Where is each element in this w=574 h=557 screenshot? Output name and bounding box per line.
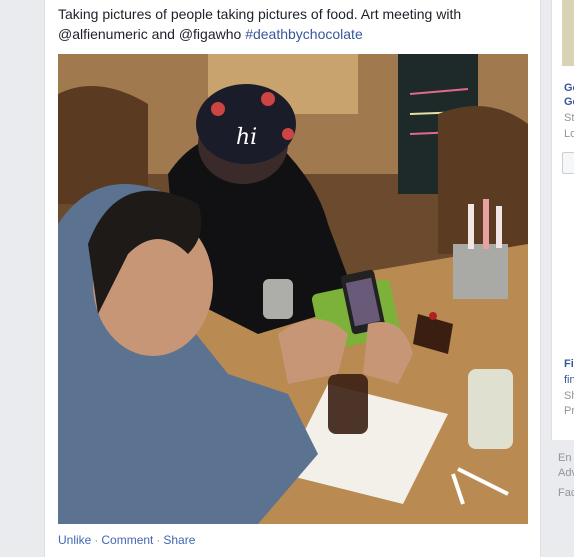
photo-scene: hi — [58, 54, 528, 524]
chocolate-jar — [328, 374, 368, 434]
cap-flower — [211, 102, 225, 116]
suggestion-title[interactable]: Go — [564, 82, 574, 95]
footer-link[interactable]: Fac — [558, 487, 574, 499]
suggestion-subtitle: Pr — [564, 405, 574, 417]
footer-link[interactable]: En — [558, 452, 571, 464]
suggestion-title[interactable]: Fi — [564, 358, 574, 371]
cap-lettering: hi — [236, 125, 257, 150]
cap-flower — [261, 92, 275, 106]
left-gutter — [0, 0, 44, 557]
straw-bucket — [453, 244, 508, 299]
suggestion-thumbnail[interactable] — [562, 0, 574, 66]
suggestion-subtitle[interactable]: fin — [564, 374, 574, 387]
action-separator: · — [156, 533, 161, 547]
share-link[interactable]: Share — [163, 533, 195, 547]
suggestion-action-button[interactable] — [562, 152, 574, 174]
action-separator: · — [94, 533, 99, 547]
hashtag-link[interactable]: #deathbychocolate — [245, 26, 363, 42]
water-glass — [468, 369, 513, 449]
footer-link[interactable]: Adv — [558, 467, 574, 479]
post-text: Taking pictures of people taking picture… — [58, 4, 528, 44]
suggestion-subtitle: Sh — [564, 390, 574, 402]
right-sidebar-card: Go Go Sta Lo Fi fin Sh Pr — [551, 0, 574, 440]
post-photo[interactable]: hi — [58, 54, 528, 524]
post-actions: Unlike · Comment · Share — [58, 533, 195, 547]
straw — [496, 206, 502, 248]
straw — [483, 199, 489, 249]
water-glass — [263, 279, 293, 319]
straw — [468, 204, 474, 249]
unlike-link[interactable]: Unlike — [58, 533, 91, 547]
cap-flower — [282, 128, 294, 140]
suggestion-title[interactable]: Go — [564, 96, 574, 109]
news-feed-post: Taking pictures of people taking picture… — [44, 0, 541, 557]
suggestion-subtitle: Sta — [564, 112, 574, 124]
strawberry — [429, 312, 437, 320]
suggestion-subtitle: Lo — [564, 128, 574, 140]
floral-cap — [196, 84, 296, 164]
comment-link[interactable]: Comment — [101, 533, 153, 547]
